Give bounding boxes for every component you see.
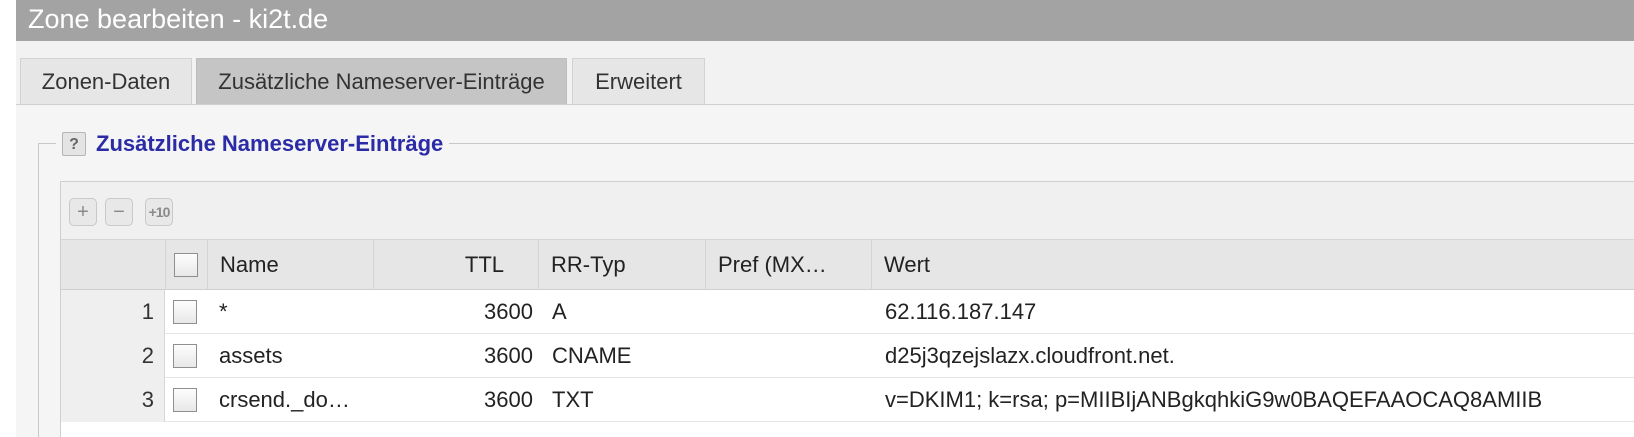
tab-bar: Zonen-Daten Zusätzliche Nameserver-Eintr… xyxy=(16,41,1634,105)
section-legend: ? Zusätzliche Nameserver-Einträge xyxy=(56,128,450,160)
table-row[interactable]: 3 crsend._do… 3600 TXT v=DKIM1; k=rsa; p… xyxy=(61,378,1634,422)
cell-pref[interactable] xyxy=(717,378,867,422)
tab-nameserver-eintraege[interactable]: Zusätzliche Nameserver-Einträge xyxy=(196,58,567,104)
window-edge xyxy=(0,0,16,437)
cell-wert[interactable]: v=DKIM1; k=rsa; p=MIIBIjANBgkqhkiG9w0BAQ… xyxy=(885,378,1634,422)
fieldset-border-left xyxy=(38,143,39,437)
records-grid: + − +10 Name TTL RR-Typ Pref (MX… Wert 1… xyxy=(60,181,1634,437)
cell-wert[interactable]: 62.116.187.147 xyxy=(885,290,1634,334)
row-number: 2 xyxy=(61,334,165,378)
cell-rr-typ[interactable]: CNAME xyxy=(552,334,702,378)
cell-rr-typ[interactable]: TXT xyxy=(552,378,702,422)
cell-name[interactable]: assets xyxy=(219,334,369,378)
select-all-checkbox[interactable] xyxy=(174,253,198,277)
table-row[interactable]: 2 assets 3600 CNAME d25j3qzejslazx.cloud… xyxy=(61,334,1634,378)
grid-header: Name TTL RR-Typ Pref (MX… Wert xyxy=(61,240,1634,290)
header-name[interactable]: Name xyxy=(207,240,373,290)
cell-wert[interactable]: d25j3qzejslazx.cloudfront.net. xyxy=(885,334,1634,378)
cell-ttl[interactable]: 3600 xyxy=(373,334,533,378)
row-number: 1 xyxy=(61,290,165,334)
remove-row-button[interactable]: − xyxy=(105,198,133,226)
table-row[interactable]: 1 * 3600 A 62.116.187.147 xyxy=(61,290,1634,334)
row-checkbox[interactable] xyxy=(173,388,197,412)
question-icon[interactable]: ? xyxy=(62,132,86,156)
cell-pref[interactable] xyxy=(717,290,867,334)
header-rr-typ[interactable]: RR-Typ xyxy=(538,240,705,290)
section-title: Zusätzliche Nameserver-Einträge xyxy=(96,131,444,156)
cell-name[interactable]: * xyxy=(219,290,369,334)
tab-erweitert[interactable]: Erweitert xyxy=(572,58,705,104)
header-rownum xyxy=(61,240,165,290)
add-row-button[interactable]: + xyxy=(69,198,97,226)
cell-ttl[interactable]: 3600 xyxy=(373,378,533,422)
cell-rr-typ[interactable]: A xyxy=(552,290,702,334)
header-select-all xyxy=(165,240,207,290)
header-pref[interactable]: Pref (MX… xyxy=(705,240,871,290)
header-wert[interactable]: Wert xyxy=(871,240,1634,290)
cell-ttl[interactable]: 3600 xyxy=(373,290,533,334)
grid-toolbar: + − +10 xyxy=(61,182,1634,240)
row-checkbox[interactable] xyxy=(173,300,197,324)
row-number: 3 xyxy=(61,378,165,422)
add-ten-rows-button[interactable]: +10 xyxy=(145,198,173,226)
row-checkbox[interactable] xyxy=(173,344,197,368)
tab-zonen-daten[interactable]: Zonen-Daten xyxy=(20,58,192,104)
cell-pref[interactable] xyxy=(717,334,867,378)
window-title: Zone bearbeiten - ki2t.de xyxy=(16,0,1634,41)
header-ttl[interactable]: TTL xyxy=(373,240,538,290)
cell-name[interactable]: crsend._do… xyxy=(219,378,369,422)
